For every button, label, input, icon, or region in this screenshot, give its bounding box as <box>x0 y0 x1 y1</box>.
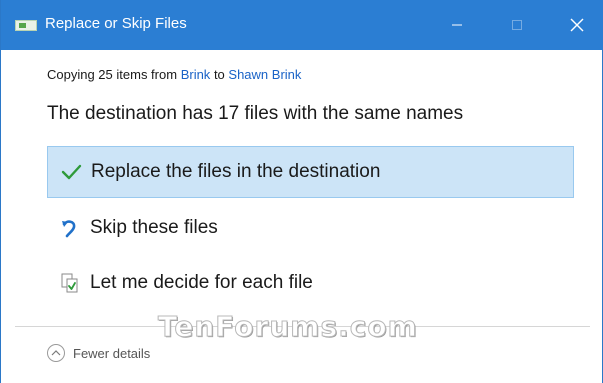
fewer-details-label: Fewer details <box>73 345 151 361</box>
minimize-icon <box>452 24 462 26</box>
checkmark-icon <box>59 160 83 184</box>
decide-each-file-label: Let me decide for each file <box>90 272 313 293</box>
chevron-up-icon <box>47 344 65 362</box>
maximize-icon <box>512 20 522 30</box>
copying-summary: Copying 25 items from Brink to Shawn Bri… <box>47 67 301 82</box>
conflict-heading: The destination has 17 files with the sa… <box>47 103 464 124</box>
replace-or-skip-dialog: Replace or Skip Files Copying 25 items f… <box>0 0 603 383</box>
skip-files-option[interactable]: Skip these files <box>47 202 574 254</box>
dialog-content: Copying 25 items from Brink to Shawn Bri… <box>1 50 603 383</box>
fewer-details-toggle[interactable]: Fewer details <box>47 344 150 362</box>
copying-middle: to <box>213 67 225 82</box>
title-bar[interactable]: Replace or Skip Files <box>1 0 603 50</box>
window-title: Replace or Skip Files <box>45 15 187 32</box>
destination-folder-link[interactable]: Shawn Brink <box>228 67 301 82</box>
file-copy-app-icon <box>15 20 37 31</box>
tenforums-watermark: TenForums.com <box>158 310 418 344</box>
replace-files-label: Replace the files in the destination <box>91 161 381 182</box>
source-folder-link[interactable]: Brink <box>181 67 211 82</box>
close-button[interactable] <box>553 0 601 50</box>
decide-each-file-option[interactable]: Let me decide for each file <box>47 257 574 309</box>
skip-arrow-icon <box>58 216 82 240</box>
replace-files-option[interactable]: Replace the files in the destination <box>47 146 574 198</box>
maximize-button[interactable] <box>493 0 541 50</box>
copying-prefix: Copying 25 items from <box>47 67 178 82</box>
compare-files-icon <box>58 271 82 295</box>
minimize-button[interactable] <box>433 0 481 50</box>
close-icon <box>570 18 584 32</box>
skip-files-label: Skip these files <box>90 217 218 238</box>
